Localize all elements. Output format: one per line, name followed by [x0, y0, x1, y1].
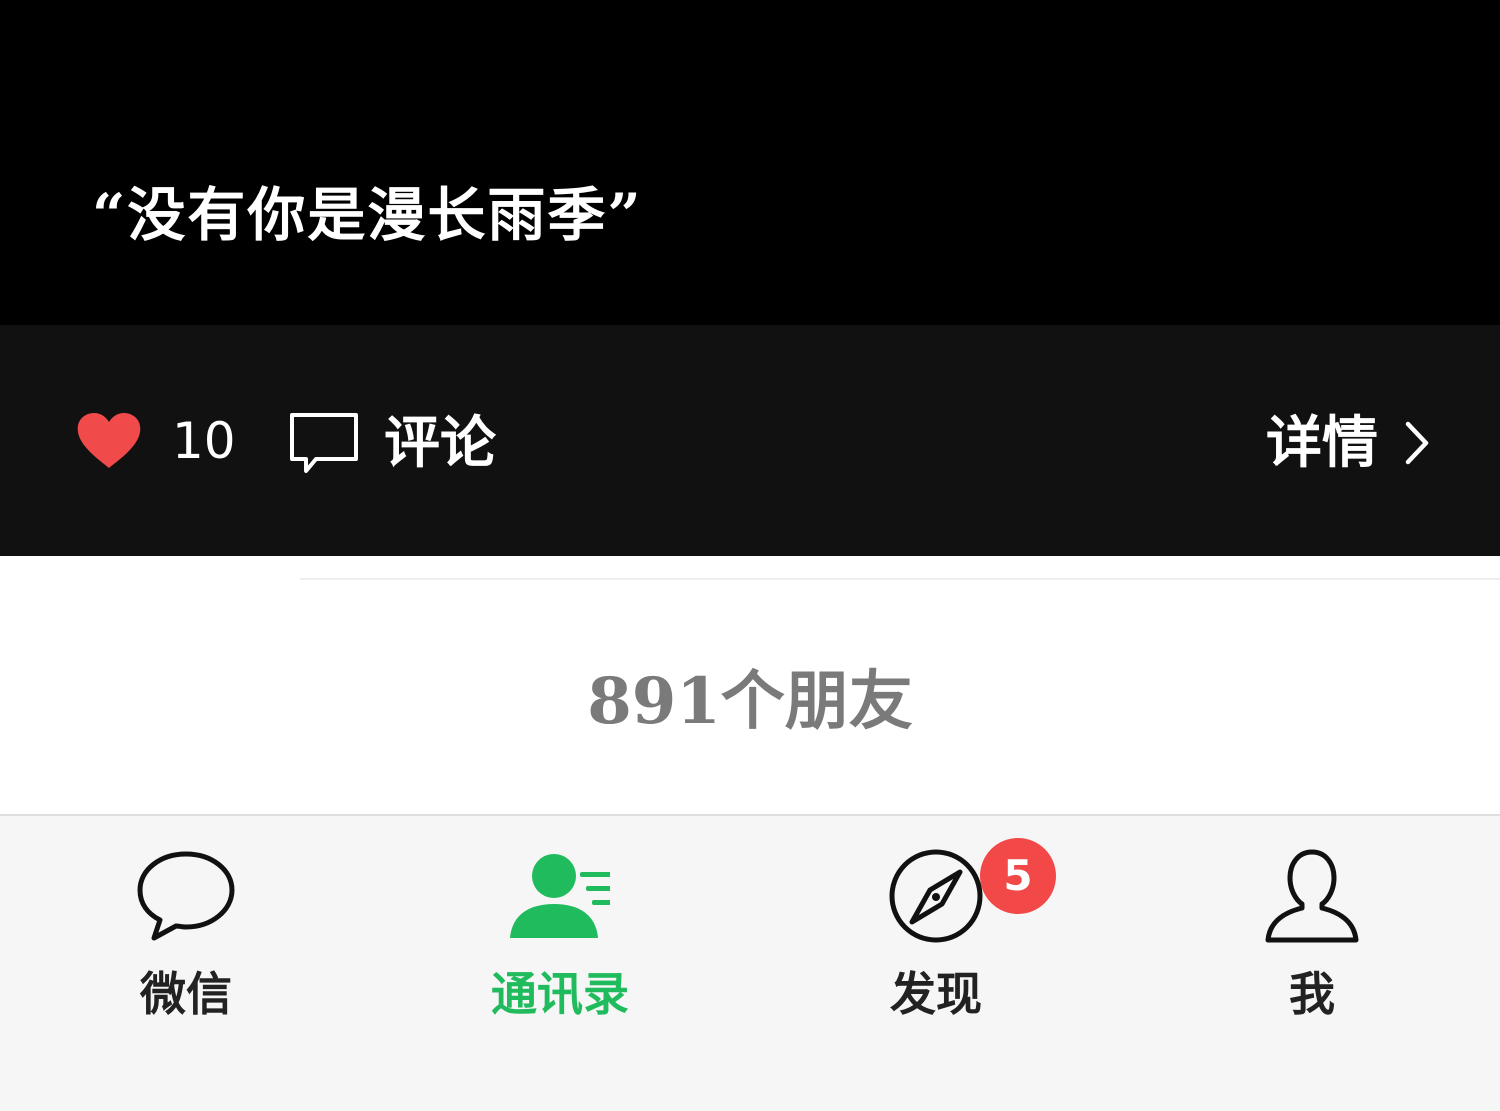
tab-contacts[interactable]: 通讯录 [460, 846, 660, 1026]
comment-button[interactable]: 评论 [288, 411, 496, 475]
tab-discover-label: 发现 [890, 967, 982, 1021]
like-button[interactable]: 10 [76, 411, 236, 471]
tab-me-label: 我 [1289, 967, 1335, 1021]
tab-me[interactable]: 我 [1212, 846, 1412, 1026]
person-icon [1265, 849, 1359, 943]
details-link[interactable]: 详情 [1266, 411, 1432, 475]
tab-chats[interactable]: 微信 [86, 846, 286, 1026]
comment-icon [290, 413, 358, 473]
bottom-tab-bar: 微信 通讯录 5 发现 我 [0, 814, 1500, 1111]
chat-bubble-icon [137, 851, 235, 941]
discover-badge: 5 [980, 838, 1056, 914]
moment-post: “没有你是漫长雨季” [0, 0, 1500, 325]
comment-label: 评论 [384, 410, 496, 476]
details-label: 详情 [1266, 410, 1378, 476]
chevron-right-icon [1405, 421, 1429, 465]
like-count: 10 [172, 412, 236, 470]
tab-chats-label: 微信 [140, 967, 232, 1021]
tab-contacts-label: 通讯录 [491, 967, 629, 1021]
list-divider [300, 578, 1500, 580]
tab-discover[interactable]: 5 发现 [836, 838, 1056, 1026]
friend-count-footer: 891个朋友 [587, 664, 913, 739]
compass-icon [889, 849, 983, 943]
post-quote-text: “没有你是漫长雨季” [92, 181, 643, 249]
post-action-bar: 10 评论 详情 [0, 325, 1500, 556]
contacts-icon [510, 854, 610, 938]
heart-icon [77, 413, 141, 468]
